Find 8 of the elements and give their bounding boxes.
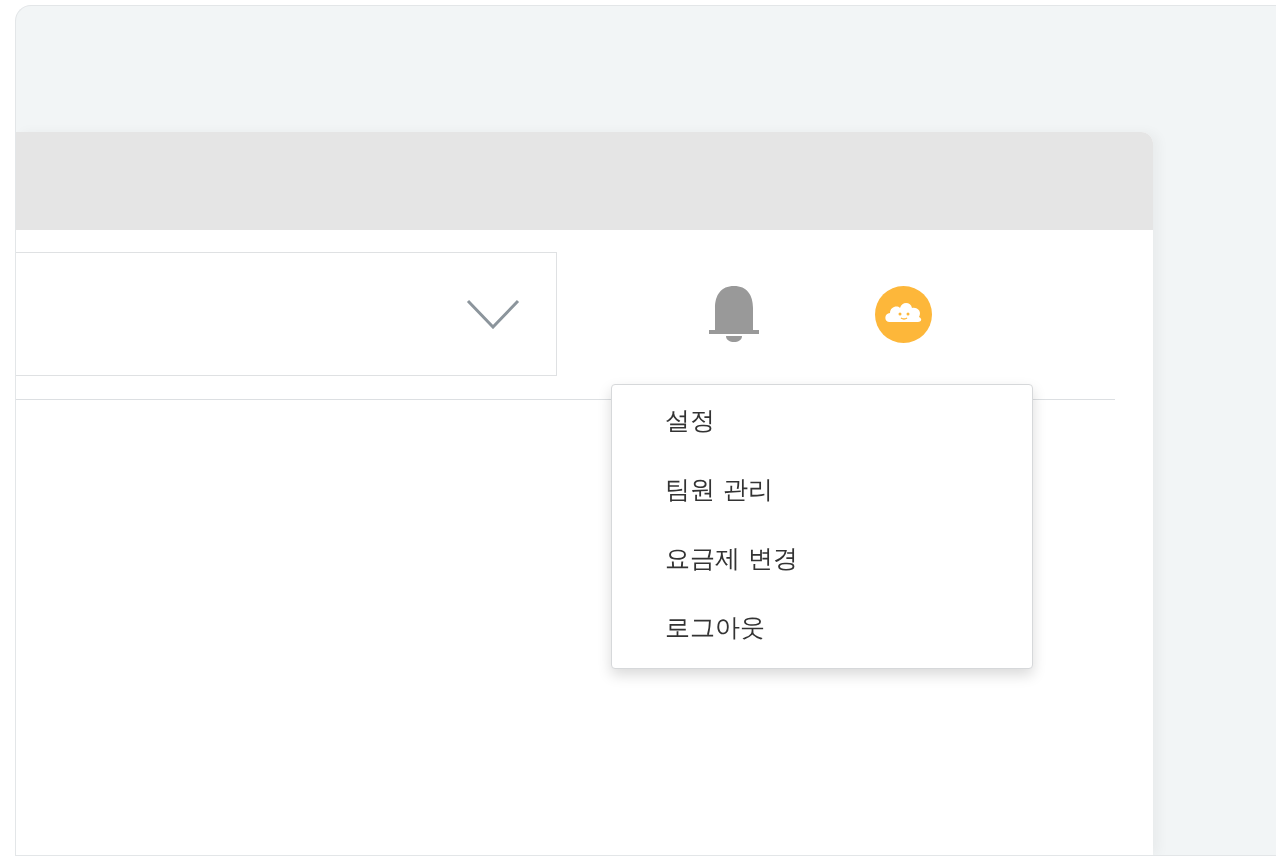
menu-item[interactable]: 요금제 변경 [612,531,1032,600]
avatar-icon[interactable] [875,285,932,343]
menu-item[interactable]: 팀원 관리 [612,462,1032,531]
bell-icon[interactable] [709,286,759,342]
menu-item[interactable]: 설정 [612,393,1032,462]
chevron-down-icon [466,299,520,329]
select-field[interactable] [16,252,557,376]
menu-item[interactable]: 로그아웃 [612,600,1032,662]
